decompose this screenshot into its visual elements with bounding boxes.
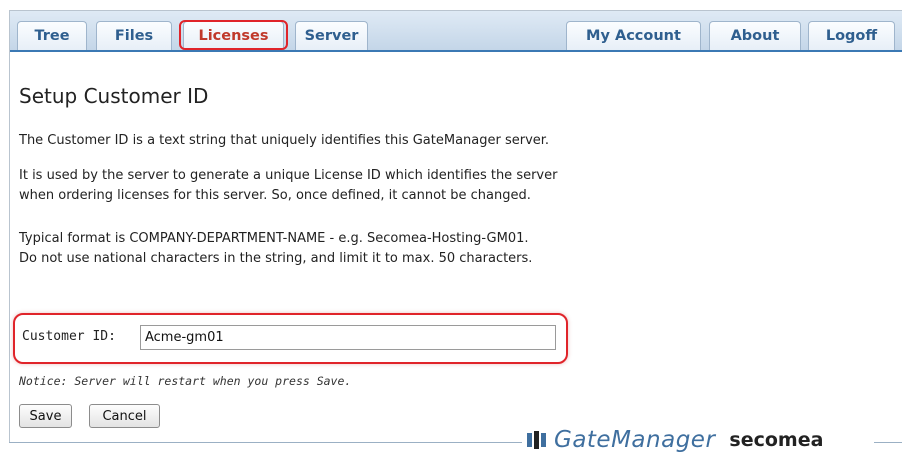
footer-branding: GateManager secomea bbox=[526, 427, 824, 453]
gatemanager-logo-icon bbox=[527, 431, 546, 449]
footer-divider-right bbox=[874, 442, 902, 443]
restart-notice: Notice: Server will restart when you pre… bbox=[19, 374, 352, 388]
tab-tree[interactable]: Tree bbox=[17, 21, 87, 50]
tab-logoff[interactable]: Logoff bbox=[808, 21, 895, 50]
cancel-button[interactable]: Cancel bbox=[89, 404, 160, 428]
tab-files[interactable]: Files bbox=[96, 21, 172, 50]
tab-server[interactable]: Server bbox=[295, 21, 368, 50]
save-button[interactable]: Save bbox=[19, 404, 72, 428]
gatemanager-logo-text: GateManager bbox=[554, 427, 716, 453]
tab-about[interactable]: About bbox=[709, 21, 801, 50]
footer-divider bbox=[9, 442, 522, 443]
licenses-tab-highlight bbox=[179, 20, 288, 50]
usage-text-line2: when ordering licenses for this server. … bbox=[19, 188, 531, 203]
customer-id-input[interactable] bbox=[140, 325, 556, 350]
page-title: Setup Customer ID bbox=[19, 84, 209, 108]
usage-text-line1: It is used by the server to generate a u… bbox=[19, 168, 558, 183]
customer-id-label: Customer ID: bbox=[22, 329, 116, 344]
format-text-line2: Do not use national characters in the st… bbox=[19, 251, 533, 266]
format-text-line1: Typical format is COMPANY-DEPARTMENT-NAM… bbox=[19, 231, 529, 246]
tab-my-account[interactable]: My Account bbox=[566, 21, 701, 50]
secomea-logo-text: secomea bbox=[729, 429, 824, 451]
intro-text: The Customer ID is a text string that un… bbox=[19, 133, 550, 148]
